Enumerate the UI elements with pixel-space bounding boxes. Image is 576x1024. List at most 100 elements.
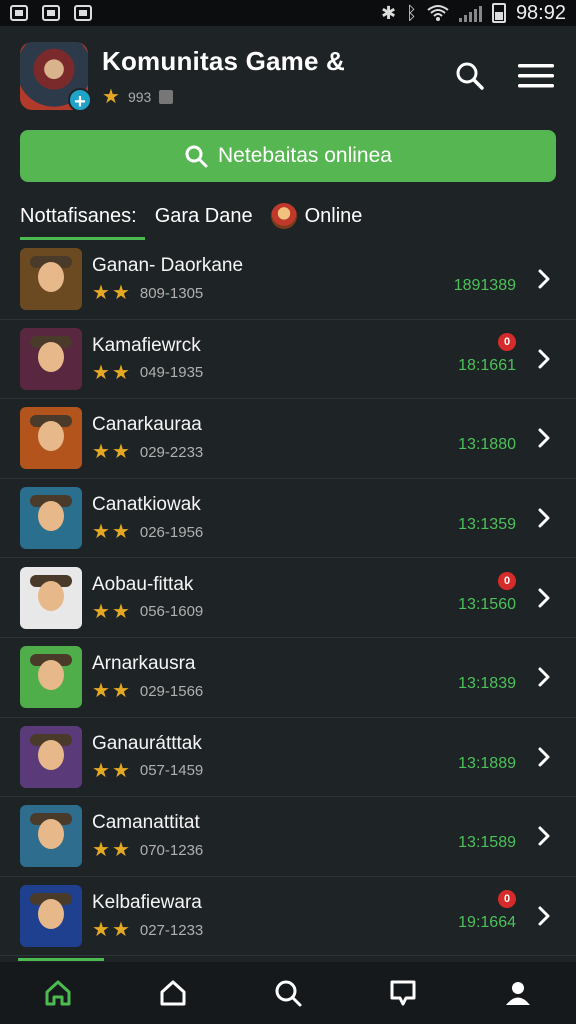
star-icon: ★ — [92, 361, 110, 384]
chevron-right-icon[interactable] — [532, 825, 556, 847]
avatar — [270, 203, 297, 229]
star-icon: ★ — [111, 361, 130, 384]
item-title: Ganaurátttak — [92, 732, 202, 754]
nav-profile[interactable] — [496, 971, 540, 1015]
star-icon: ★ — [92, 759, 110, 782]
group-icon — [159, 89, 174, 104]
status-bar: ✱ ᛒ 98:92 — [0, 0, 576, 26]
item-code: 809-1305 — [139, 284, 204, 302]
tab-notifications[interactable]: Nottafisanes: — [20, 192, 145, 240]
chevron-right-icon[interactable] — [532, 666, 556, 688]
search-icon — [275, 980, 302, 1007]
online-banner-button[interactable]: Netebaitas onlinea — [20, 130, 556, 182]
item-code: 026-1956 — [139, 523, 204, 541]
list-item[interactable]: Ganaurátttak ★ ★ 057-1459 13:1889 — [0, 718, 576, 798]
search-button[interactable] — [450, 56, 490, 96]
list-item[interactable]: Canatkiowak ★ ★ 026-1956 13:1359 — [0, 479, 576, 559]
wifi-icon — [427, 5, 449, 21]
chevron-right-icon[interactable] — [532, 746, 556, 768]
item-title: Camanattitat — [92, 812, 200, 834]
chevron-right-icon[interactable] — [532, 427, 556, 449]
game-thumbnail — [20, 407, 82, 470]
chevron-right-icon[interactable] — [532, 587, 556, 609]
item-title: Canatkiowak — [92, 494, 201, 516]
list-item[interactable]: Kelbafiewara ★ ★ 027-1233 0 19:1664 — [0, 877, 576, 957]
item-code: 027-1233 — [139, 921, 204, 939]
search-icon — [456, 62, 484, 90]
game-thumbnail — [20, 805, 82, 868]
unread-badge: 0 — [498, 571, 516, 590]
chevron-right-icon[interactable] — [532, 268, 556, 290]
tab-label: Online — [304, 204, 363, 227]
home-icon — [45, 980, 71, 1006]
star-icon: ★ — [92, 282, 110, 305]
star-icon: ★ — [111, 521, 130, 544]
bottom-navigation — [0, 958, 576, 1024]
nav-chat[interactable] — [381, 971, 425, 1015]
notification-icon — [10, 5, 28, 21]
item-time: 18:1661 — [458, 356, 516, 374]
game-thumbnail — [20, 885, 82, 948]
star-icon: ★ — [111, 680, 130, 703]
game-thumbnail — [20, 646, 82, 709]
item-title: Kelbafiewara — [92, 892, 202, 914]
star-icon: ★ — [111, 600, 130, 623]
list-item[interactable]: Ganan- Daorkane ★ ★ 809-1305 1891389 — [0, 240, 576, 320]
item-time: 13:1880 — [458, 436, 516, 454]
star-icon: ★ — [102, 85, 120, 108]
bug-icon: ✱ — [381, 2, 397, 23]
list-item[interactable]: Canarkauraa ★ ★ 029-2233 13:1880 — [0, 399, 576, 479]
battery-icon — [491, 3, 506, 23]
game-thumbnail — [20, 327, 82, 390]
signal-icon — [458, 4, 482, 22]
star-icon: ★ — [92, 919, 110, 942]
list-item[interactable]: Arnarkausra ★ ★ 029-1566 13:1839 — [0, 638, 576, 718]
item-time: 13:1359 — [458, 516, 516, 534]
item-code: 029-1566 — [139, 682, 204, 700]
rating-row: ★ 993 — [102, 87, 424, 107]
nav-home[interactable] — [36, 971, 80, 1015]
menu-button[interactable] — [516, 56, 556, 96]
tab-online[interactable]: Online — [270, 192, 363, 240]
nav-house[interactable] — [151, 971, 195, 1015]
active-indicator — [18, 958, 104, 961]
item-code: 029-2233 — [139, 443, 204, 461]
item-time: 19:1664 — [458, 914, 516, 932]
image-icon — [74, 5, 92, 21]
app-logo[interactable]: + — [20, 42, 92, 113]
bluetooth-icon: ᛒ — [406, 2, 417, 23]
star-icon: ★ — [92, 600, 110, 623]
notification-icon — [42, 5, 60, 21]
star-icon: ★ — [92, 521, 110, 544]
item-time: 13:1889 — [458, 754, 516, 772]
unread-badge: 0 — [498, 890, 516, 909]
star-icon: ★ — [92, 680, 110, 703]
chat-icon — [390, 980, 416, 1006]
nav-search[interactable] — [266, 971, 310, 1015]
house-icon — [160, 980, 186, 1006]
tab-label: Nottafisanes: — [20, 204, 137, 227]
star-icon: ★ — [92, 441, 110, 464]
list-item[interactable]: Camanattitat ★ ★ 070-1236 13:1589 — [0, 797, 576, 877]
list-item[interactable]: Kamafiewrck ★ ★ 049-1935 0 18:1661 — [0, 320, 576, 400]
game-thumbnail — [20, 248, 82, 311]
item-time: 13:1560 — [458, 595, 516, 613]
chevron-right-icon[interactable] — [532, 348, 556, 370]
chevron-right-icon[interactable] — [532, 507, 556, 529]
plus-icon[interactable]: + — [68, 88, 92, 113]
person-icon — [506, 982, 531, 1005]
star-icon: ★ — [111, 441, 130, 464]
chevron-right-icon[interactable] — [532, 905, 556, 927]
star-icon: ★ — [111, 839, 130, 862]
rating-text: 993 — [127, 88, 152, 105]
search-icon — [185, 145, 208, 168]
game-thumbnail — [20, 487, 82, 550]
game-list: Ganan- Daorkane ★ ★ 809-1305 1891389 Kam… — [0, 240, 576, 957]
game-thumbnail — [20, 725, 82, 788]
tab-gara-dane[interactable]: Gara Dane — [155, 192, 253, 240]
game-thumbnail — [20, 566, 82, 629]
menu-icon — [518, 64, 554, 88]
item-code: 056-1609 — [139, 603, 204, 621]
banner-label: Netebaitas onlinea — [218, 144, 392, 167]
list-item[interactable]: Aobau-fittak ★ ★ 056-1609 0 13:1560 — [0, 558, 576, 638]
